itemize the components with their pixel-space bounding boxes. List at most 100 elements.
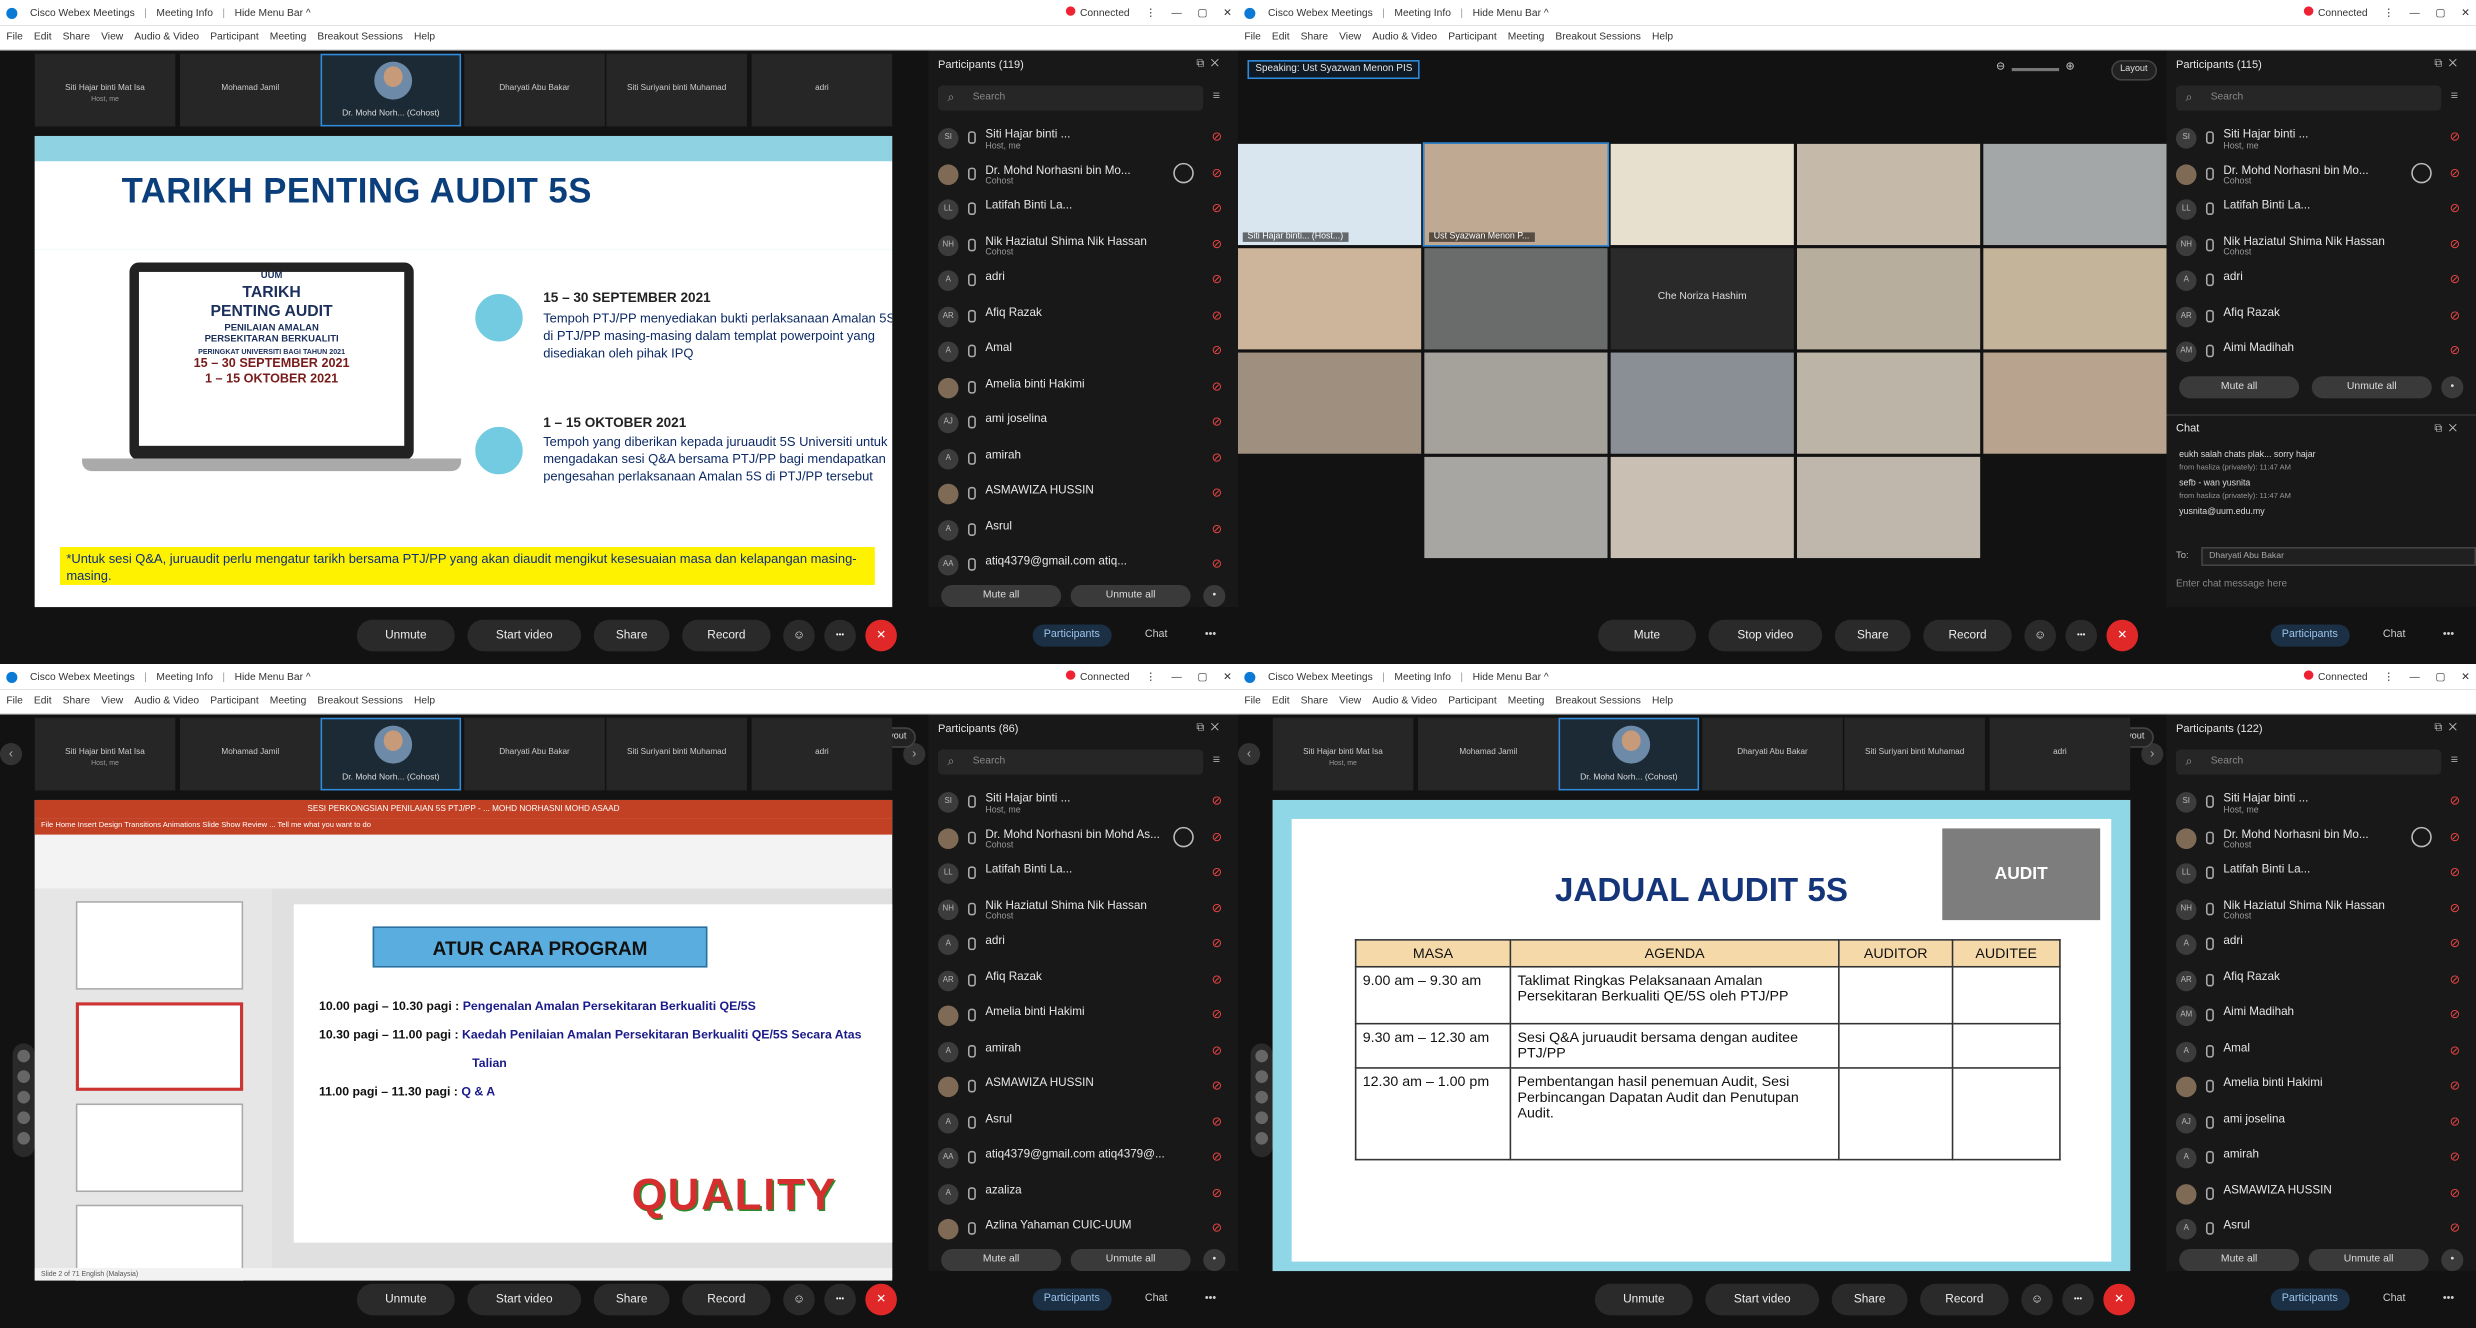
muted-mic-icon[interactable]: ⊘ — [1212, 272, 1223, 286]
panel-more-icon[interactable]: ••• — [1194, 1288, 1227, 1310]
hide-menu-bar-button[interactable]: Hide Menu Bar ^ — [1473, 7, 1549, 18]
menu-participant[interactable]: Participant — [1448, 696, 1497, 707]
menu-share[interactable]: Share — [1301, 32, 1328, 43]
muted-mic-icon[interactable]: ⊘ — [2450, 165, 2461, 179]
participant-item[interactable]: Aadri ⊘ — [2167, 926, 2476, 962]
menu-file[interactable]: File — [1244, 32, 1261, 43]
more-options-icon[interactable]: ••• — [2062, 1283, 2094, 1316]
panel-more-icon[interactable]: ••• — [1194, 624, 1227, 646]
zoom-slider[interactable] — [2011, 67, 2060, 72]
more-vertical-icon[interactable]: ⋮ — [1145, 670, 1155, 683]
muted-mic-icon[interactable]: ⊘ — [1212, 343, 1223, 357]
muted-mic-icon[interactable]: ⊘ — [2450, 1220, 2461, 1234]
participant-item[interactable]: Aamirah ⊘ — [929, 440, 1239, 476]
muted-mic-icon[interactable]: ⊘ — [2450, 201, 2461, 215]
zoom-icon[interactable] — [17, 1111, 31, 1125]
panel-window-icons[interactable]: ⧉✕ — [1196, 58, 1225, 71]
more-options-icon[interactable]: • — [2441, 376, 2464, 399]
muted-mic-icon[interactable]: ⊘ — [2450, 343, 2461, 357]
pin-icon[interactable] — [17, 1049, 31, 1063]
video-tile[interactable] — [1424, 456, 1608, 559]
strip-tile[interactable]: adri — [1989, 717, 2131, 791]
connection-status[interactable]: Connected — [1065, 670, 1130, 683]
participant-item[interactable]: AR Afiq Razak ⊘ — [2167, 962, 2476, 998]
meeting-info-button[interactable]: Meeting Info — [156, 7, 213, 18]
participant-item[interactable]: LL Latifah Binti La... ⊘ — [929, 855, 1239, 891]
video-tile[interactable] — [1238, 248, 1422, 350]
participant-item[interactable]: LL Latifah Binti La... ⊘ — [929, 191, 1239, 227]
ppt-ribbon-tabs[interactable]: File Home Insert Design Transitions Anim… — [34, 818, 893, 835]
participant-item[interactable]: Amelia binti Hakimi ⊘ — [929, 998, 1239, 1034]
hide-menu-bar-button[interactable]: Hide Menu Bar ^ — [1473, 671, 1549, 682]
participant-item[interactable]: SI Siti Hajar binti ... Host, me ⊘ — [2167, 784, 2476, 820]
more-vertical-icon[interactable]: ⋮ — [1145, 6, 1155, 19]
chat-tab[interactable]: Chat — [1134, 1288, 1179, 1310]
strip-tile[interactable]: Mohamad Jamil — [1418, 717, 1559, 791]
participant-item[interactable]: ASMAWIZA HUSSIN ⊘ — [929, 476, 1239, 512]
strip-prev-arrow-icon[interactable]: ‹ — [1238, 743, 1261, 766]
menu-edit[interactable]: Edit — [34, 32, 52, 43]
muted-mic-icon[interactable]: ⊘ — [2450, 1114, 2461, 1128]
pin-icon[interactable] — [1255, 1049, 1269, 1063]
video-tile[interactable] — [1796, 352, 1981, 454]
strip-tile[interactable]: adri — [751, 53, 893, 127]
participant-item[interactable]: SI Siti Hajar binti ... Host, me ⊘ — [929, 784, 1239, 820]
menu-share[interactable]: Share — [1301, 696, 1328, 707]
menu-file[interactable]: File — [1244, 696, 1261, 707]
maximize-icon[interactable]: ▢ — [2436, 670, 2446, 683]
participant-item[interactable]: AM Aimi Madihah ⊘ — [2167, 998, 2476, 1034]
muted-mic-icon[interactable]: ⊘ — [2450, 236, 2461, 250]
video-tile[interactable] — [1610, 143, 1794, 246]
more-options-icon[interactable]: • — [1203, 584, 1226, 608]
menu-help[interactable]: Help — [414, 696, 435, 707]
stop-video-button[interactable]: Stop video — [1708, 619, 1823, 652]
muted-mic-icon[interactable]: ⊘ — [2450, 130, 2461, 144]
start-video-button[interactable]: Start video — [467, 1283, 582, 1316]
muted-mic-icon[interactable]: ⊘ — [2450, 971, 2461, 985]
more-vertical-icon[interactable]: ⋮ — [2383, 6, 2393, 19]
slide-thumbnail[interactable] — [75, 1002, 244, 1091]
more-options-icon[interactable]: • — [1203, 1248, 1226, 1272]
meeting-info-button[interactable]: Meeting Info — [1394, 7, 1451, 18]
muted-mic-icon[interactable]: ⊘ — [2450, 829, 2461, 843]
menu-edit[interactable]: Edit — [1272, 32, 1290, 43]
menu-file[interactable]: File — [6, 696, 23, 707]
video-tile[interactable] — [1238, 352, 1422, 454]
strip-tile[interactable]: adri — [751, 717, 893, 791]
unmute-all-button[interactable]: Unmute all — [1070, 1248, 1191, 1272]
participant-item[interactable]: ASMAWIZA HUSSIN ⊘ — [2167, 1175, 2476, 1211]
panel-more-icon[interactable]: ••• — [2432, 624, 2465, 646]
muted-mic-icon[interactable]: ⊘ — [2450, 1078, 2461, 1092]
menu-help[interactable]: Help — [414, 32, 435, 43]
muted-mic-icon[interactable]: ⊘ — [1212, 1114, 1223, 1128]
meeting-info-button[interactable]: Meeting Info — [1394, 671, 1451, 682]
menu-edit[interactable]: Edit — [1272, 696, 1290, 707]
eraser-icon[interactable] — [1255, 1090, 1269, 1104]
sort-icon[interactable]: ≡ — [1213, 89, 1220, 103]
participant-item[interactable]: NH Nik Haziatul Shima Nik Hassan Cohost ⊘ — [2167, 891, 2476, 927]
participant-item[interactable]: AJ ami joselina ⊘ — [2167, 1104, 2476, 1140]
muted-mic-icon[interactable]: ⊘ — [1212, 485, 1223, 499]
participant-item[interactable]: LL Latifah Binti La... ⊘ — [2167, 191, 2476, 227]
video-tile[interactable] — [1796, 248, 1981, 350]
unmute-button[interactable]: Unmute — [356, 619, 455, 652]
strip-tile[interactable]: Siti Hajar binti Mat Isa Host, me — [1272, 717, 1414, 791]
muted-mic-icon[interactable]: ⊘ — [2450, 1007, 2461, 1021]
share-button[interactable]: Share — [593, 619, 670, 652]
participant-item[interactable]: Amelia binti Hakimi ⊘ — [929, 369, 1239, 405]
strip-tile[interactable]: Dr. Mohd Norh... (Cohost) — [320, 717, 462, 791]
reactions-icon[interactable]: ☺ — [783, 619, 815, 652]
record-button[interactable]: Record — [1920, 1283, 2009, 1316]
eraser-icon[interactable] — [17, 1090, 31, 1104]
muted-mic-icon[interactable]: ⊘ — [1212, 165, 1223, 179]
video-tile[interactable] — [1610, 456, 1794, 559]
end-call-icon[interactable]: ✕ — [865, 619, 897, 652]
settings-icon[interactable] — [1255, 1131, 1269, 1145]
close-icon[interactable]: ✕ — [1223, 6, 1232, 19]
strip-tile[interactable]: Siti Suriyani binti Muhamad — [606, 53, 747, 127]
strip-tile[interactable]: Mohamad Jamil — [180, 53, 321, 127]
muted-mic-icon[interactable]: ⊘ — [1212, 1043, 1223, 1057]
panel-window-icons[interactable]: ⧉✕ — [2434, 722, 2463, 735]
more-vertical-icon[interactable]: ⋮ — [2383, 670, 2393, 683]
strip-tile[interactable]: Siti Suriyani binti Muhamad — [1844, 717, 1985, 791]
